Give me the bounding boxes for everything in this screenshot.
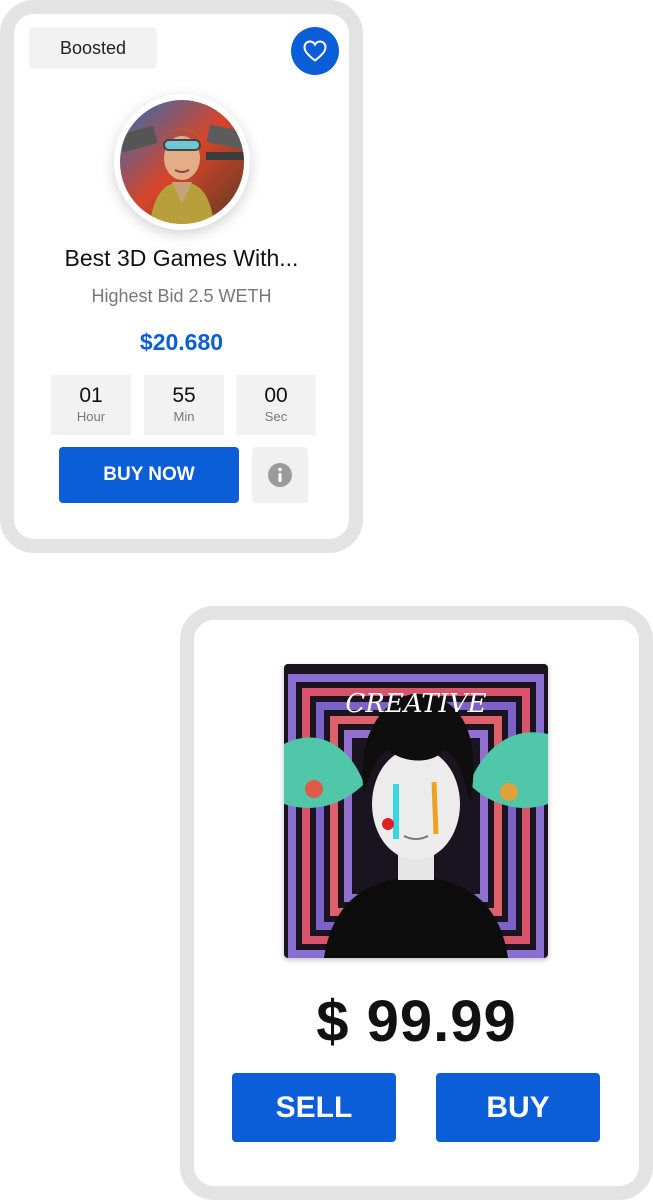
auction-card: Boosted Best 3D Games With... Highest Bi… <box>0 0 363 553</box>
trade-card: CREATIVE $ 99.99 SELL BUY <box>180 606 653 1200</box>
buy-button[interactable]: BUY <box>436 1073 600 1142</box>
artwork-text: CREATIVE <box>345 689 486 719</box>
countdown-label: Min <box>173 409 195 424</box>
game-character-image <box>120 100 244 224</box>
item-price: $20.680 <box>139 329 224 355</box>
info-button[interactable] <box>252 447 308 503</box>
sell-button[interactable]: SELL <box>232 1073 396 1142</box>
countdown-seconds: 00 Sec <box>236 375 316 435</box>
info-icon <box>268 463 292 487</box>
boosted-badge: Boosted <box>29 27 157 69</box>
countdown-value: 01 <box>79 384 103 407</box>
creator-avatar <box>114 94 250 230</box>
trade-price: $ 99.99 <box>316 989 517 1054</box>
countdown-label: Sec <box>264 409 288 424</box>
countdown-minutes: 55 Min <box>144 375 224 435</box>
buy-now-button[interactable]: BUY NOW <box>59 447 239 503</box>
countdown-hours: 01 Hour <box>51 375 131 435</box>
favorite-button[interactable] <box>291 27 339 75</box>
heart-icon <box>303 40 327 62</box>
nft-artwork: CREATIVE <box>284 664 548 958</box>
countdown-label: Hour <box>76 409 106 424</box>
item-title: Best 3D Games With... <box>64 245 299 271</box>
countdown-value: 00 <box>264 384 288 407</box>
highest-bid-text: Highest Bid 2.5 WETH <box>91 286 272 306</box>
countdown-value: 55 <box>172 384 196 407</box>
